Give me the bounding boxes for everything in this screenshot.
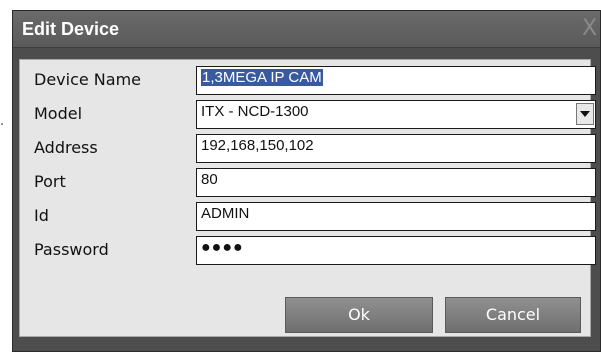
edit-device-dialog: Edit Device X Device Name 1,3MEGA IP CAM… — [12, 10, 601, 352]
cancel-button[interactable]: Cancel — [445, 297, 581, 333]
device-name-label: Device Name — [34, 70, 142, 89]
device-name-input[interactable]: 1,3MEGA IP CAM — [196, 66, 596, 95]
row-device-name: Device Name 1,3MEGA IP CAM — [20, 63, 596, 97]
close-icon[interactable]: X — [582, 17, 600, 41]
password-input[interactable]: ●●●● — [196, 236, 596, 265]
row-address: Address 192,168,150,102 — [20, 131, 596, 165]
address-input[interactable]: 192,168,150,102 — [196, 134, 596, 163]
row-port: Port 80 — [20, 165, 596, 199]
port-label: Port — [34, 172, 66, 191]
row-id: Id ADMIN — [20, 199, 596, 233]
model-select[interactable]: ITX - NCD-1300 — [196, 100, 596, 129]
model-label: Model — [34, 104, 83, 123]
title-bar: Edit Device X — [13, 11, 600, 48]
dialog-title: Edit Device — [22, 19, 120, 39]
address-label: Address — [34, 138, 98, 157]
id-input[interactable]: ADMIN — [196, 202, 596, 231]
ok-button[interactable]: Ok — [285, 297, 433, 333]
row-password: Password ●●●● — [20, 233, 596, 267]
password-label: Password — [34, 240, 109, 259]
chevron-down-icon[interactable] — [576, 103, 594, 125]
device-name-value: 1,3MEGA IP CAM — [201, 69, 323, 86]
port-input[interactable]: 80 — [196, 168, 596, 197]
page: · Edit Device X Device Name 1,3MEGA IP C… — [0, 0, 601, 352]
form-panel: Device Name 1,3MEGA IP CAM Model ITX - N… — [19, 59, 596, 337]
address-value: 192,168,150,102 — [201, 137, 314, 154]
model-value: ITX - NCD-1300 — [201, 103, 309, 120]
row-model: Model ITX - NCD-1300 — [20, 97, 596, 131]
port-value: 80 — [201, 171, 218, 188]
id-label: Id — [34, 206, 49, 225]
id-value: ADMIN — [201, 205, 250, 222]
side-mark: · — [0, 118, 5, 133]
password-value: ●●●● — [201, 239, 244, 256]
chevron-down-glyph — [580, 111, 590, 117]
